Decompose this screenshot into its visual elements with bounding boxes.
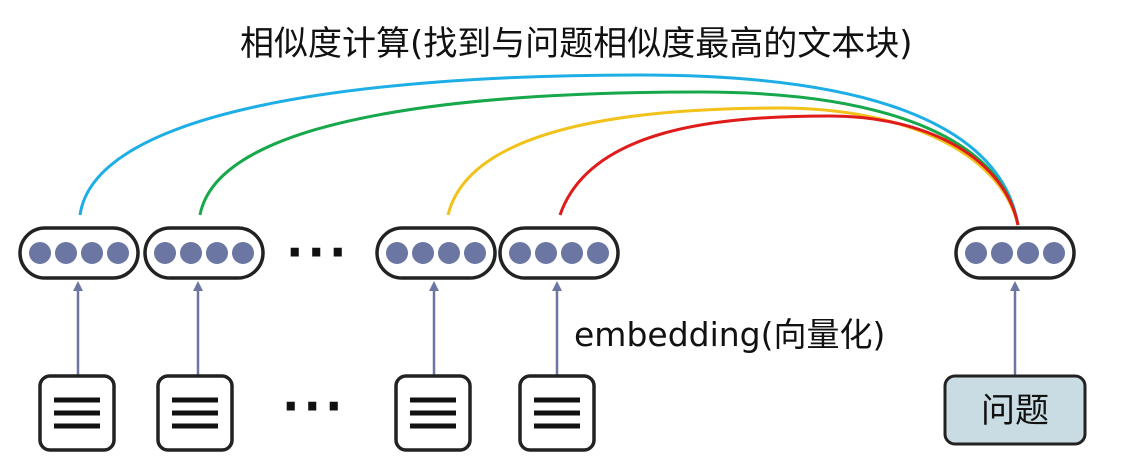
vector-dot xyxy=(412,242,434,264)
embedding-label: embedding(向量化) xyxy=(574,315,885,354)
similarity-arc-1 xyxy=(78,73,1020,226)
vector-dot xyxy=(154,242,176,264)
question-vector-capsule xyxy=(954,226,1076,280)
vector-dot xyxy=(509,242,531,264)
vector-dot xyxy=(232,242,254,264)
vector-dot xyxy=(81,242,103,264)
vector-capsule-4 xyxy=(498,226,620,280)
ellipsis-vectors: ··· xyxy=(286,225,350,279)
document-icon-1 xyxy=(38,374,116,452)
vector-dot xyxy=(386,242,408,264)
vector-dot xyxy=(180,242,202,264)
vector-dot xyxy=(1017,242,1039,264)
document-icon-4 xyxy=(518,374,596,452)
vector-dot xyxy=(206,242,228,264)
vector-dot xyxy=(587,242,609,264)
similarity-arc-3 xyxy=(446,106,1020,226)
diagram-title: 相似度计算(找到与问题相似度最高的文本块) xyxy=(240,24,913,64)
vector-dot xyxy=(561,242,583,264)
vector-dot xyxy=(438,242,460,264)
vector-dot xyxy=(1043,242,1065,264)
vector-dot xyxy=(991,242,1013,264)
vector-dot xyxy=(107,242,129,264)
document-icon-3 xyxy=(394,374,472,452)
rag-similarity-diagram: 相似度计算(找到与问题相似度最高的文本块) ··· ··· embedding(… xyxy=(18,24,1087,452)
vector-dot xyxy=(29,242,51,264)
vector-dot xyxy=(464,242,486,264)
vector-capsule-2 xyxy=(143,226,265,280)
ellipsis-documents: ··· xyxy=(282,379,346,433)
document-icon-2 xyxy=(156,374,234,452)
vector-capsule-1 xyxy=(18,226,140,280)
vector-dot xyxy=(55,242,77,264)
similarity-arc-2 xyxy=(198,90,1020,226)
vector-capsule-3 xyxy=(375,226,497,280)
vector-dot xyxy=(535,242,557,264)
question-label: 问题 xyxy=(981,391,1049,431)
vector-dot xyxy=(965,242,987,264)
